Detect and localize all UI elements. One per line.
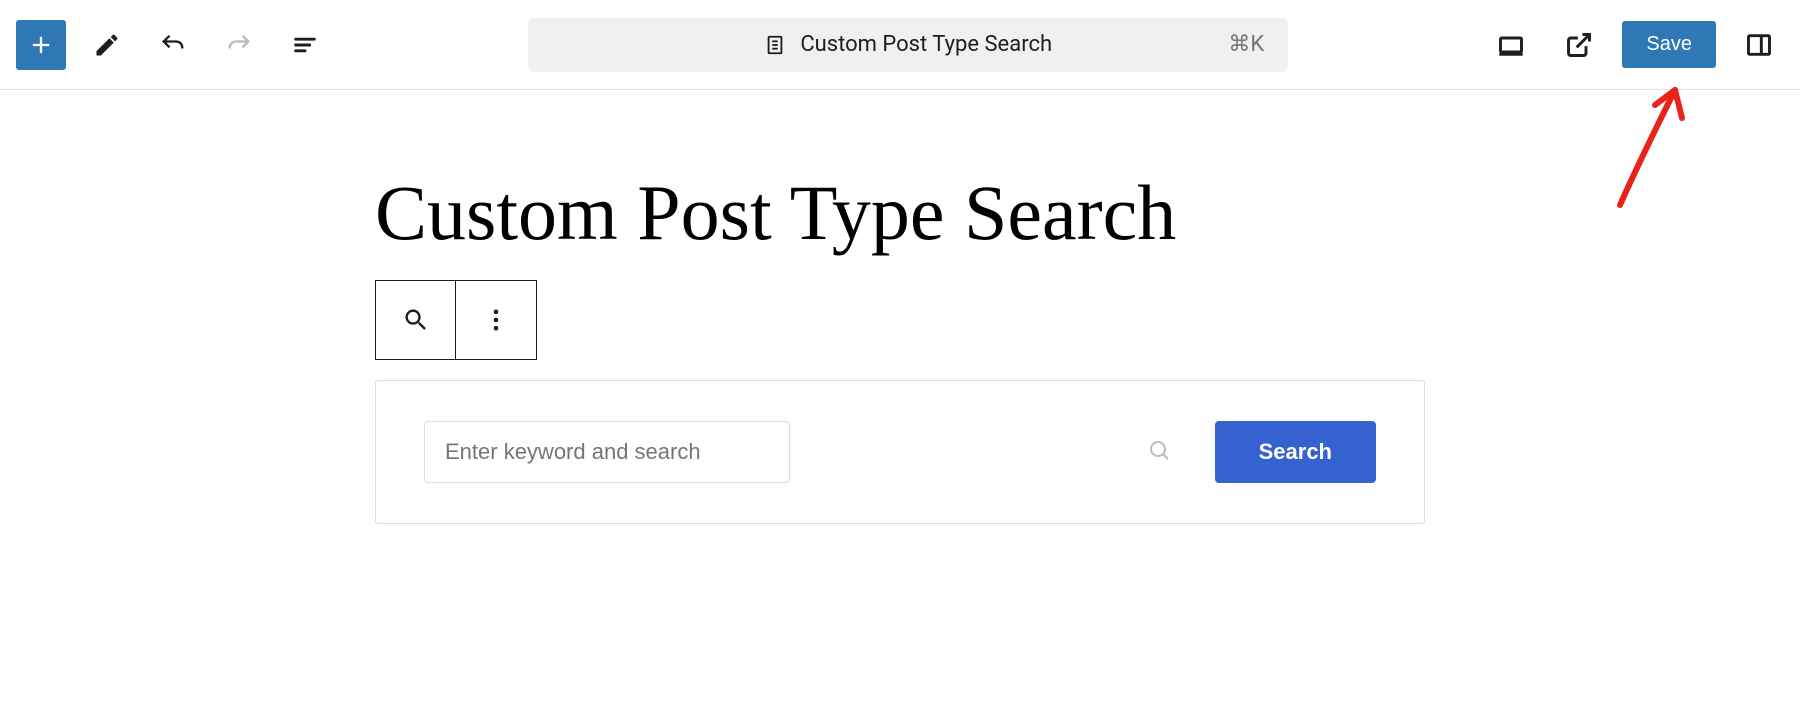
redo-icon [225,31,253,59]
search-submit-button[interactable]: Search [1215,421,1376,483]
plus-icon [27,31,55,59]
redo-button[interactable] [214,20,264,70]
add-block-button[interactable] [16,20,66,70]
command-center-title: Custom Post Type Search [800,32,1052,57]
search-block[interactable]: Search [375,380,1425,524]
edit-mode-button[interactable] [82,20,132,70]
command-shortcut: ⌘K [1228,32,1264,57]
more-vertical-icon [482,306,510,334]
search-input-wrapper [424,421,1189,483]
pencil-icon [93,31,121,59]
content-inner: Custom Post Type Search [375,170,1425,524]
page-title[interactable]: Custom Post Type Search [375,170,1425,256]
command-center[interactable]: Custom Post Type Search ⌘K [528,18,1288,72]
block-options-button[interactable] [456,281,536,359]
settings-panel-button[interactable] [1734,20,1784,70]
search-icon [402,306,430,334]
search-input-icon [1147,438,1171,466]
external-link-icon [1565,31,1593,59]
sidebar-icon [1745,31,1773,59]
search-input[interactable] [424,421,790,483]
desktop-icon [1497,31,1525,59]
page-icon [764,34,786,56]
command-center-content: Custom Post Type Search [764,32,1052,57]
undo-button[interactable] [148,20,198,70]
editor-canvas: Custom Post Type Search [0,90,1800,524]
block-type-button[interactable] [376,281,456,359]
document-overview-button[interactable] [280,20,330,70]
magnify-icon [1147,438,1171,462]
preview-button[interactable] [1554,20,1604,70]
view-button[interactable] [1486,20,1536,70]
toolbar-left-group [16,20,330,70]
list-icon [291,31,319,59]
save-button[interactable]: Save [1622,21,1716,68]
undo-icon [159,31,187,59]
toolbar-right-group: Save [1486,20,1784,70]
block-toolbar [375,280,537,360]
editor-toolbar: Custom Post Type Search ⌘K Save [0,0,1800,90]
